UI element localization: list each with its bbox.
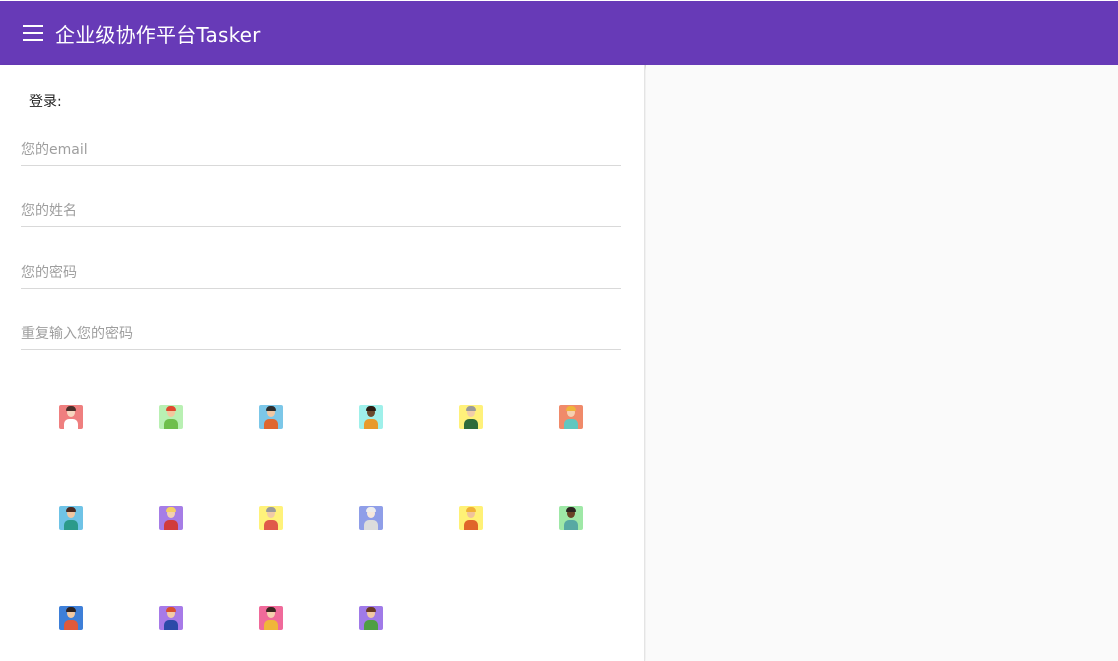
avatar-body [364,520,378,530]
avatar-body [364,419,378,429]
email-field-container [21,137,621,166]
avatar-option[interactable] [59,606,83,630]
avatar-hair [166,507,176,512]
avatar-body [564,419,578,429]
avatar-hair [366,507,376,512]
avatar-option[interactable] [159,506,183,530]
avatar-option[interactable] [159,405,183,429]
avatar-option[interactable] [259,606,283,630]
email-field[interactable] [21,137,621,163]
avatar-body [64,520,78,530]
app-title: 企业级协作平台Tasker [55,22,261,47]
avatar-option[interactable] [59,506,83,530]
avatar-hair [266,507,276,512]
main-content [646,65,1118,661]
name-field[interactable] [21,198,621,224]
avatar-body [64,419,78,429]
avatar-option[interactable] [359,405,383,429]
avatar-body [264,520,278,530]
avatar-body [164,620,178,630]
confirm-password-field-container [21,321,621,350]
avatar-hair [466,507,476,512]
avatar-option[interactable] [559,506,583,530]
avatar-hair [66,406,76,411]
avatar-body [464,520,478,530]
app-toolbar: 企业级协作平台Tasker [0,0,1118,65]
menu-icon[interactable] [23,25,45,41]
avatar-hair [366,406,376,411]
avatar-option[interactable] [559,405,583,429]
avatar-hair [566,507,576,512]
avatar-hair [66,607,76,612]
avatar-option[interactable] [459,405,483,429]
avatar-option[interactable] [159,606,183,630]
avatar-hair [66,507,76,512]
avatar-hair [166,406,176,411]
avatar-hair [466,406,476,411]
avatar-option[interactable] [59,405,83,429]
avatar-hair [166,607,176,612]
avatar-body [464,419,478,429]
avatar-body [64,620,78,630]
avatar-hair [266,406,276,411]
avatar-body [264,419,278,429]
avatar-option[interactable] [359,606,383,630]
avatar-body [564,520,578,530]
avatar-option[interactable] [459,506,483,530]
avatar-hair [266,607,276,612]
avatar-hair [366,607,376,612]
password-field[interactable] [21,260,621,286]
avatar-body [164,419,178,429]
password-field-container [21,260,621,289]
name-field-container [21,198,621,227]
avatar-body [264,620,278,630]
confirm-password-field[interactable] [21,321,621,347]
avatar-option[interactable] [259,506,283,530]
avatar-option[interactable] [359,506,383,530]
avatar-hair [566,406,576,411]
login-heading: 登录: [29,94,62,110]
avatar-option[interactable] [259,405,283,429]
avatar-body [364,620,378,630]
login-sidebar: 登录: [0,65,645,661]
avatar-body [164,520,178,530]
